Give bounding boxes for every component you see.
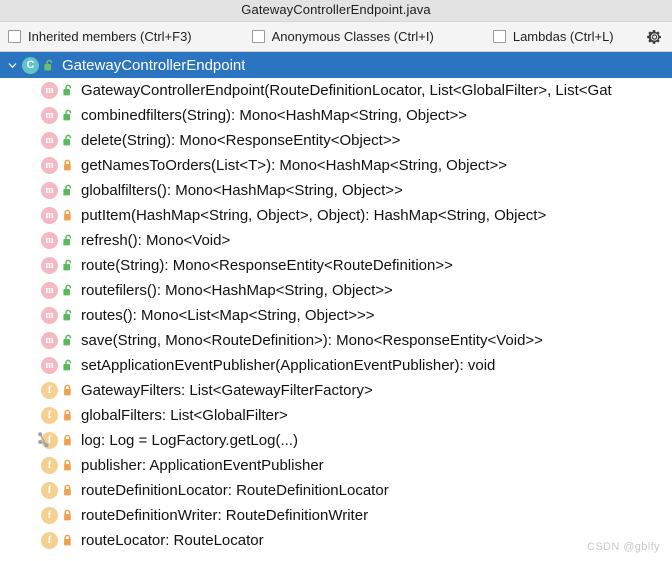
checkbox-inherited-members-box[interactable]	[8, 30, 21, 43]
tree-row-member-label: getNamesToOrders(List<T>): Mono<HashMap<…	[81, 157, 508, 174]
tree-row-member-label: setApplicationEventPublisher(Application…	[81, 357, 496, 374]
checkbox-lambdas-box[interactable]	[492, 30, 506, 43]
tree-row-member-label: globalFilters: List<GlobalFilter>	[81, 407, 288, 424]
field-icon: f	[41, 457, 58, 474]
tree-row-member-label: routes(): Mono<List<Map<String, Object>>…	[81, 307, 375, 324]
tree-row-member-label: globalfilters(): Mono<HashMap<String, Ob…	[81, 182, 403, 199]
tree-row-member-label: combinedfilters(String): Mono<HashMap<St…	[81, 107, 468, 124]
tree-row-member[interactable]: m route(String): Mono<ResponseEntity<Rout…	[0, 253, 672, 278]
structure-tree[interactable]: C GatewayControllerEndpoint m GatewayCont…	[0, 52, 672, 561]
tree-row-member-label: GatewayControllerEndpoint(RouteDefinitio…	[81, 82, 612, 99]
method-icon: m	[41, 207, 58, 224]
tree-row-member[interactable]: m delete(String): Mono<ResponseEntity<Obj…	[0, 128, 672, 153]
checkbox-lambdas[interactable]: Lambdas (Ctrl+L)	[492, 28, 614, 44]
public-unlock-icon	[61, 283, 74, 298]
checkbox-anonymous-classes-box[interactable]	[251, 30, 265, 43]
tree-row-member[interactable]: f routeDefinitionWriter: RouteDefinitionW…	[0, 503, 672, 528]
tree-row-member[interactable]: m globalfilters(): Mono<HashMap<String, O…	[0, 178, 672, 203]
public-unlock-icon	[61, 83, 74, 98]
field-icon: f	[41, 382, 58, 399]
method-icon: m	[41, 357, 58, 374]
tree-row-member[interactable]: f log: Log = LogFactory.getLog(...)	[0, 428, 672, 453]
private-lock-icon	[61, 383, 74, 398]
field-icon: f	[41, 407, 58, 424]
tree-row-member[interactable]: f globalFilters: List<GlobalFilter>	[0, 403, 672, 428]
method-icon: m	[41, 257, 58, 274]
tree-row-member[interactable]: m getNamesToOrders(List<T>): Mono<HashMap…	[0, 153, 672, 178]
checkbox-lambdas-label: Lambdas (Ctrl+L)	[512, 28, 614, 44]
tree-row-member[interactable]: f publisher: ApplicationEventPublisher	[0, 453, 672, 478]
field-icon: f	[41, 482, 58, 499]
watermark: CSDN @gblfy	[586, 541, 660, 553]
tree-row-member[interactable]: f routeDefinitionLocator: RouteDefinition…	[0, 478, 672, 503]
tree-row-member[interactable]: m combinedfilters(String): Mono<HashMap<S…	[0, 103, 672, 128]
private-lock-icon	[61, 533, 74, 548]
tree-member-list: m GatewayControllerEndpoint(RouteDefiniti…	[0, 78, 672, 553]
checkbox-inherited-members[interactable]: Inherited members (Ctrl+F3)	[8, 28, 192, 44]
tree-row-member-label: routeLocator: RouteLocator	[81, 532, 264, 549]
tree-row-member-label: routefilers(): Mono<HashMap<String, Obje…	[81, 282, 393, 299]
class-icon: C	[22, 56, 39, 74]
method-icon: m	[41, 282, 58, 299]
file-structure-popup: GatewayControllerEndpoint.java Inherited…	[0, 0, 672, 561]
tree-row-member-label: refresh(): Mono<Void>	[81, 232, 231, 249]
tree-row-member[interactable]: m routefilers(): Mono<HashMap<String, Obj…	[0, 278, 672, 303]
private-lock-icon	[61, 158, 74, 173]
tree-row-member[interactable]: m setApplicationEventPublisher(Applicatio…	[0, 353, 672, 378]
private-lock-icon	[61, 508, 74, 523]
method-icon: m	[41, 157, 58, 174]
method-icon: m	[41, 132, 58, 149]
popup-title-bar: GatewayControllerEndpoint.java	[0, 0, 672, 22]
tree-row-member-label: putItem(HashMap<String, Object>, Object)…	[81, 207, 547, 224]
tree-row-class-root[interactable]: C GatewayControllerEndpoint	[0, 52, 672, 78]
tree-row-member[interactable]: m putItem(HashMap<String, Object>, Object…	[0, 203, 672, 228]
private-lock-icon	[61, 458, 74, 473]
tree-row-member[interactable]: m refresh(): Mono<Void>	[0, 228, 672, 253]
public-unlock-icon	[61, 258, 74, 273]
tree-row-member[interactable]: m save(String, Mono<RouteDefinition>): Mo…	[0, 328, 672, 353]
tree-row-member-label: delete(String): Mono<ResponseEntity<Obje…	[81, 132, 401, 149]
public-unlock-icon	[61, 108, 74, 123]
checkbox-anonymous-classes[interactable]: Anonymous Classes (Ctrl+I)	[251, 28, 434, 44]
public-unlock-icon	[42, 58, 55, 73]
tree-row-member-label: route(String): Mono<ResponseEntity<Route…	[81, 257, 453, 274]
tree-row-class-label: GatewayControllerEndpoint	[62, 56, 246, 74]
tree-row-member-label: publisher: ApplicationEventPublisher	[81, 457, 324, 474]
method-icon: m	[41, 307, 58, 324]
method-icon: m	[41, 232, 58, 249]
field-icon: f	[41, 532, 58, 549]
chevron-down-icon[interactable]	[5, 58, 19, 72]
tree-row-member-label: GatewayFilters: List<GatewayFilterFactor…	[81, 382, 373, 399]
field-icon: f	[41, 507, 58, 524]
public-unlock-icon	[61, 308, 74, 323]
private-lock-icon	[61, 208, 74, 223]
checkbox-inherited-members-label: Inherited members (Ctrl+F3)	[28, 28, 192, 44]
public-unlock-icon	[61, 358, 74, 373]
tree-row-member[interactable]: m GatewayControllerEndpoint(RouteDefiniti…	[0, 78, 672, 103]
method-icon: m	[41, 107, 58, 124]
public-unlock-icon	[61, 333, 74, 348]
tree-row-member[interactable]: f GatewayFilters: List<GatewayFilterFacto…	[0, 378, 672, 403]
public-unlock-icon	[61, 233, 74, 248]
method-icon: m	[41, 332, 58, 349]
tree-row-member-label: routeDefinitionWriter: RouteDefinitionWr…	[81, 507, 369, 524]
tree-row-member-label: routeDefinitionLocator: RouteDefinitionL…	[81, 482, 389, 499]
checkbox-anonymous-classes-label: Anonymous Classes (Ctrl+I)	[271, 28, 434, 44]
private-lock-icon	[61, 408, 74, 423]
method-icon: m	[41, 82, 58, 99]
tree-row-member[interactable]: f routeLocator: RouteLocator	[0, 528, 672, 553]
tree-row-member[interactable]: m routes(): Mono<List<Map<String, Object>…	[0, 303, 672, 328]
static-field-icon: f	[38, 432, 58, 449]
popup-title: GatewayControllerEndpoint.java	[241, 2, 431, 17]
private-lock-icon	[61, 433, 74, 448]
gear-icon[interactable]	[646, 28, 663, 45]
filter-toolbar: Inherited members (Ctrl+F3) Anonymous Cl…	[0, 22, 672, 52]
public-unlock-icon	[61, 183, 74, 198]
tree-row-member-label: log: Log = LogFactory.getLog(...)	[81, 432, 298, 449]
public-unlock-icon	[61, 133, 74, 148]
tree-row-member-label: save(String, Mono<RouteDefinition>): Mon…	[81, 332, 543, 349]
private-lock-icon	[61, 483, 74, 498]
method-icon: m	[41, 182, 58, 199]
